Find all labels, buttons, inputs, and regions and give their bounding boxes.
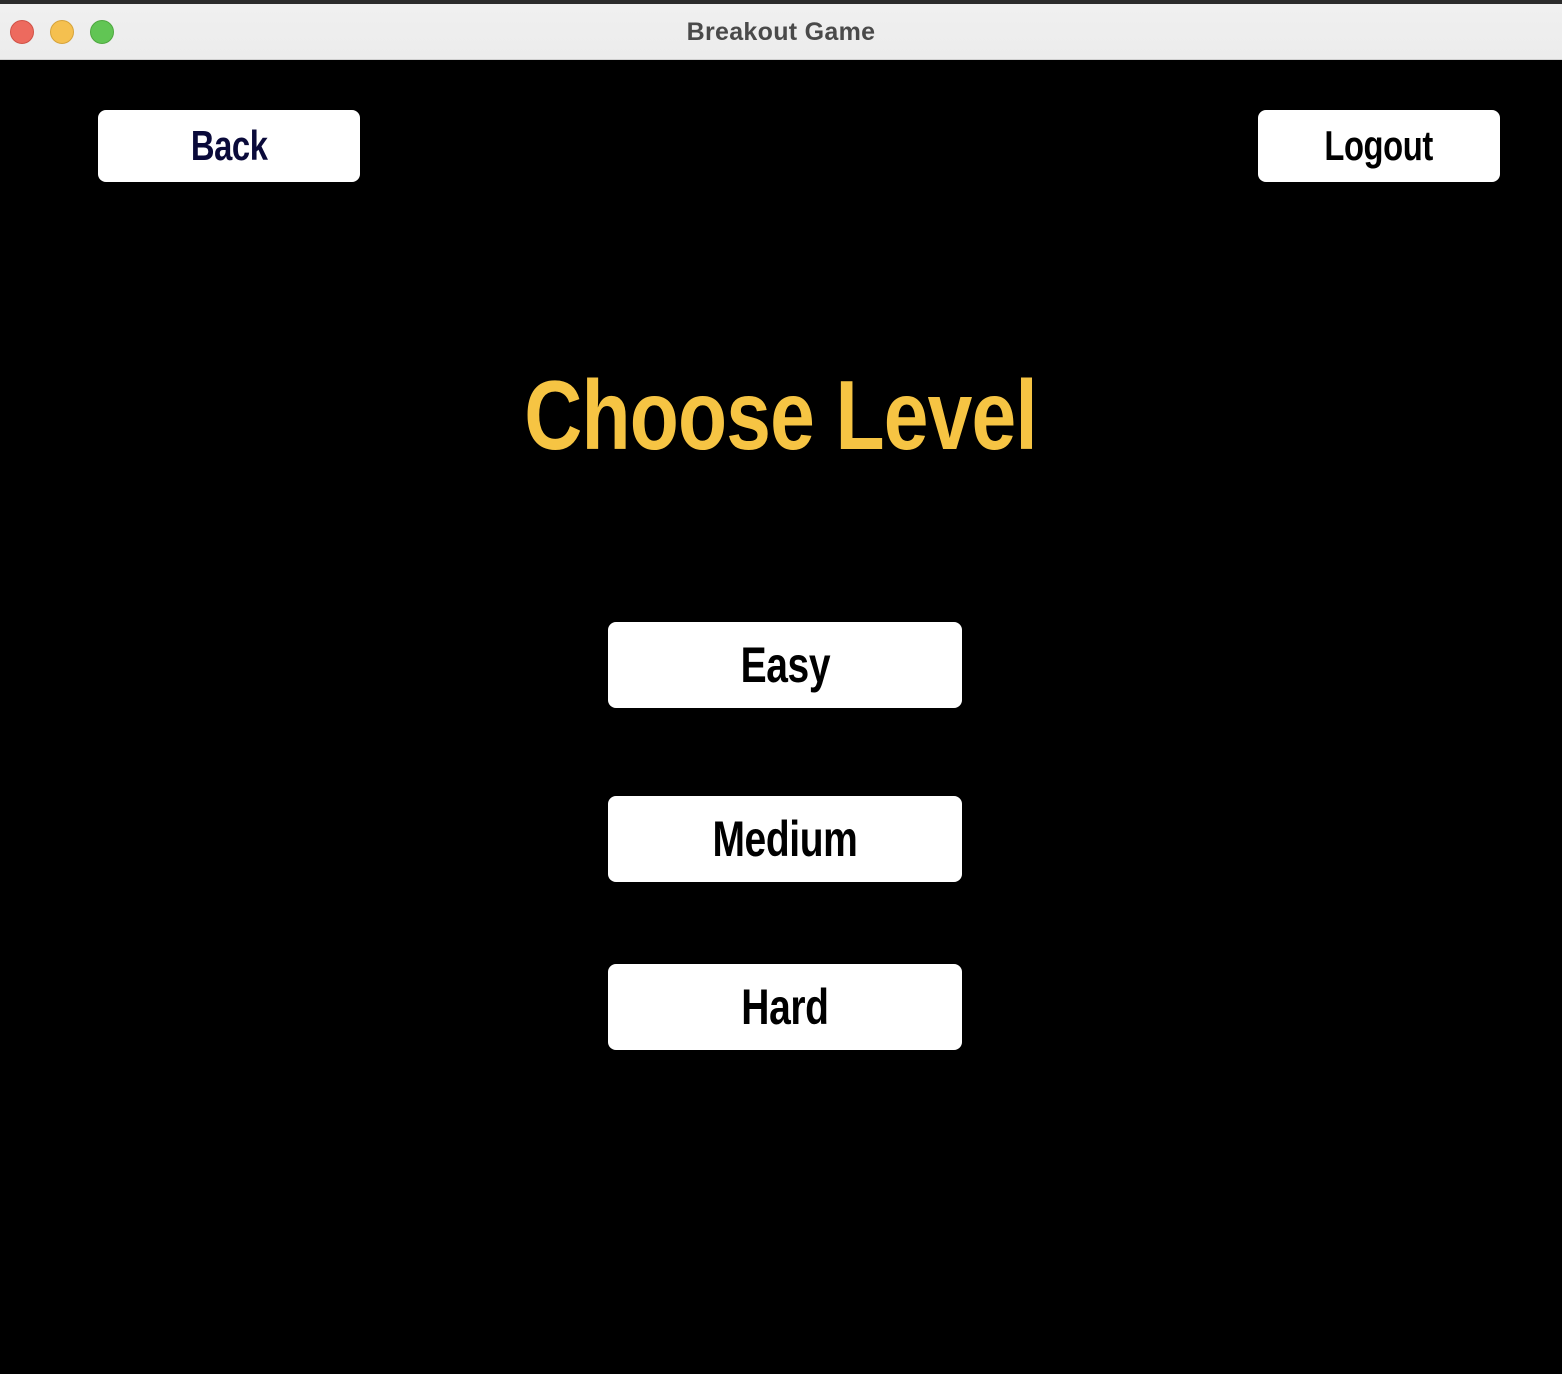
game-screen: Back Logout Choose Level Easy Medium Har… [0, 60, 1562, 1374]
easy-level-button[interactable]: Easy [608, 622, 962, 708]
hard-level-button[interactable]: Hard [608, 964, 962, 1050]
easy-level-label: Easy [740, 637, 830, 693]
window-title: Breakout Game [686, 18, 876, 46]
logout-button-label: Logout [1324, 122, 1434, 169]
window-titlebar[interactable]: Breakout Game [0, 0, 1562, 60]
app-window: Breakout Game Back Logout Choose Level E… [0, 0, 1562, 1374]
hard-level-label: Hard [741, 979, 829, 1035]
back-button-label: Back [190, 122, 268, 169]
page-title-text: Choose Level [524, 360, 1038, 470]
page-title: Choose Level [0, 360, 1562, 470]
medium-level-button[interactable]: Medium [608, 796, 962, 882]
back-button[interactable]: Back [98, 110, 360, 182]
logout-button[interactable]: Logout [1258, 110, 1500, 182]
medium-level-label: Medium [712, 811, 858, 867]
